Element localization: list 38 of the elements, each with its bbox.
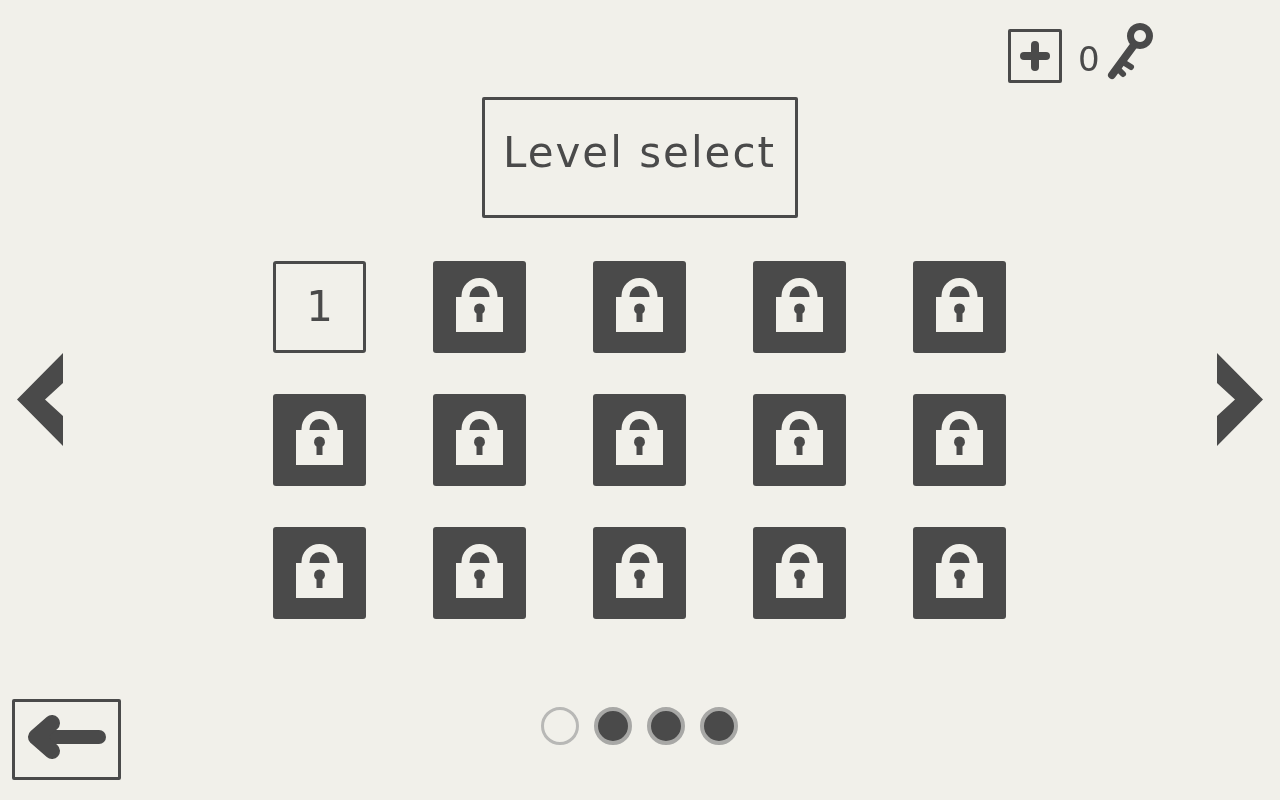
key-icon xyxy=(1105,22,1154,80)
locked-level-button[interactable] xyxy=(433,261,526,353)
plus-icon xyxy=(1020,41,1050,71)
lock-icon xyxy=(616,410,663,465)
lock-icon xyxy=(776,410,823,465)
arrow-left-icon xyxy=(26,714,107,761)
add-button[interactable] xyxy=(1008,29,1062,83)
locked-level-button[interactable] xyxy=(593,527,686,619)
lock-icon xyxy=(936,410,983,465)
chevron-right-icon[interactable] xyxy=(1217,353,1263,447)
lock-icon xyxy=(456,410,503,465)
lock-icon xyxy=(776,543,823,598)
locked-level-button[interactable] xyxy=(433,527,526,619)
back-button[interactable] xyxy=(12,699,121,780)
locked-level-button[interactable] xyxy=(273,527,366,619)
lock-icon xyxy=(936,277,983,332)
locked-level-button[interactable] xyxy=(913,527,1006,619)
locked-level-button[interactable] xyxy=(593,261,686,353)
lock-icon xyxy=(616,543,663,598)
level-button[interactable]: 1 xyxy=(273,261,366,353)
locked-level-button[interactable] xyxy=(593,394,686,486)
locked-level-button[interactable] xyxy=(433,394,526,486)
locked-level-button[interactable] xyxy=(913,394,1006,486)
lock-icon xyxy=(456,277,503,332)
title-banner: Level select xyxy=(481,97,798,218)
lock-icon xyxy=(296,543,343,598)
lock-icon xyxy=(456,543,503,598)
locked-level-button[interactable] xyxy=(753,261,846,353)
lock-icon xyxy=(776,277,823,332)
lock-icon xyxy=(616,277,663,332)
key-count: 0 xyxy=(1078,42,1100,76)
lock-icon xyxy=(936,543,983,598)
locked-level-button[interactable] xyxy=(753,527,846,619)
locked-level-button[interactable] xyxy=(753,394,846,486)
lock-icon xyxy=(296,410,343,465)
locked-level-button[interactable] xyxy=(273,394,366,486)
locked-level-button[interactable] xyxy=(913,261,1006,353)
chevron-left-icon[interactable] xyxy=(17,353,63,447)
